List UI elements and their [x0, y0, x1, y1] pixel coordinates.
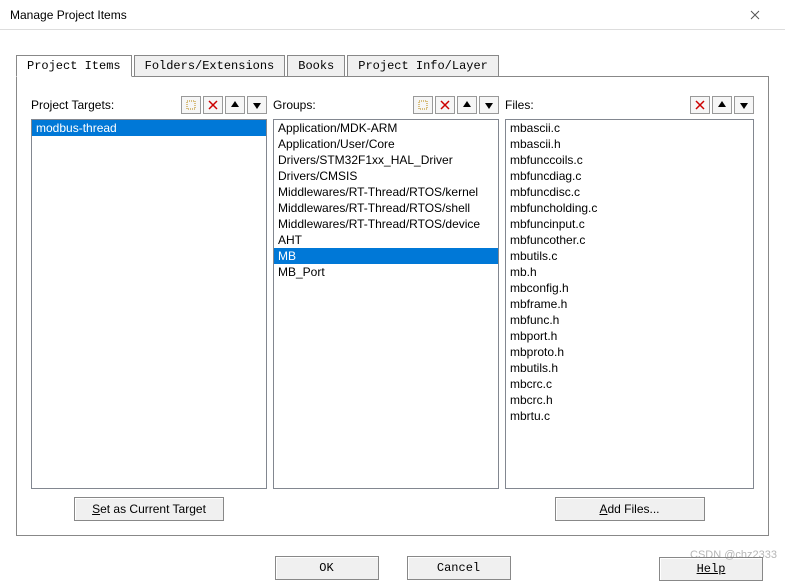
groups-label: Groups:: [273, 98, 411, 112]
tab-folders-extensions[interactable]: Folders/Extensions: [134, 55, 286, 77]
list-item[interactable]: modbus-thread: [32, 120, 266, 136]
new-group-button[interactable]: [413, 96, 433, 114]
add-files-button[interactable]: Add Files...: [555, 497, 705, 521]
list-item[interactable]: Drivers/CMSIS: [274, 168, 498, 184]
move-file-down-button[interactable]: [734, 96, 754, 114]
files-label: Files:: [505, 98, 688, 112]
list-item[interactable]: mbfuncholding.c: [506, 200, 753, 216]
tab-books[interactable]: Books: [287, 55, 345, 77]
list-item[interactable]: mbcrc.h: [506, 392, 753, 408]
tabstrip: Project ItemsFolders/ExtensionsBooksProj…: [16, 54, 785, 76]
move-target-down-button[interactable]: [247, 96, 267, 114]
list-item[interactable]: Middlewares/RT-Thread/RTOS/kernel: [274, 184, 498, 200]
move-group-up-button[interactable]: [457, 96, 477, 114]
cancel-button[interactable]: Cancel: [407, 556, 511, 580]
files-listbox[interactable]: mbascii.cmbascii.hmbfunccoils.cmbfuncdia…: [505, 119, 754, 489]
list-item[interactable]: mbproto.h: [506, 344, 753, 360]
groups-header: Groups:: [273, 93, 499, 117]
delete-group-button[interactable]: [435, 96, 455, 114]
new-target-button[interactable]: [181, 96, 201, 114]
close-button[interactable]: [735, 1, 775, 29]
tab-project-info-layer[interactable]: Project Info/Layer: [347, 55, 499, 77]
list-item[interactable]: mbport.h: [506, 328, 753, 344]
list-item[interactable]: mbfunc.h: [506, 312, 753, 328]
arrow-up-icon: [229, 99, 241, 111]
arrow-down-icon: [251, 99, 263, 111]
arrow-up-icon: [716, 99, 728, 111]
groups-listbox[interactable]: Application/MDK-ARMApplication/User/Core…: [273, 119, 499, 489]
list-item[interactable]: mbfuncinput.c: [506, 216, 753, 232]
list-item[interactable]: mbascii.c: [506, 120, 753, 136]
project-targets-column: Project Targets: modbus-thread Set as Cu…: [31, 93, 267, 521]
list-item[interactable]: mbutils.h: [506, 360, 753, 376]
delete-icon: [439, 99, 451, 111]
list-item[interactable]: MB: [274, 248, 498, 264]
delete-icon: [207, 99, 219, 111]
list-item[interactable]: Middlewares/RT-Thread/RTOS/shell: [274, 200, 498, 216]
window-title: Manage Project Items: [10, 8, 735, 22]
project-targets-listbox[interactable]: modbus-thread: [31, 119, 267, 489]
list-item[interactable]: AHT: [274, 232, 498, 248]
close-icon: [750, 10, 760, 20]
delete-icon: [694, 99, 706, 111]
list-item[interactable]: Middlewares/RT-Thread/RTOS/device: [274, 216, 498, 232]
project-targets-header: Project Targets:: [31, 93, 267, 117]
list-item[interactable]: MB_Port: [274, 264, 498, 280]
move-file-up-button[interactable]: [712, 96, 732, 114]
project-targets-label: Project Targets:: [31, 98, 179, 112]
files-column: Files: mbascii.cmbascii.hmbfunccoils.cmb…: [505, 93, 754, 521]
list-item[interactable]: mbframe.h: [506, 296, 753, 312]
help-button[interactable]: Help: [659, 557, 763, 581]
list-item[interactable]: Drivers/STM32F1xx_HAL_Driver: [274, 152, 498, 168]
groups-column: Groups: Application/MDK-ARMApplication/U…: [273, 93, 499, 521]
set-as-current-target-button[interactable]: Set as Current Target: [74, 497, 224, 521]
arrow-up-icon: [461, 99, 473, 111]
arrow-down-icon: [738, 99, 750, 111]
list-item[interactable]: mbascii.h: [506, 136, 753, 152]
move-group-down-button[interactable]: [479, 96, 499, 114]
list-item[interactable]: Application/User/Core: [274, 136, 498, 152]
list-item[interactable]: mbfunccoils.c: [506, 152, 753, 168]
move-target-up-button[interactable]: [225, 96, 245, 114]
list-item[interactable]: mbcrc.c: [506, 376, 753, 392]
titlebar: Manage Project Items: [0, 0, 785, 30]
list-item[interactable]: mbutils.c: [506, 248, 753, 264]
list-item[interactable]: mbfuncother.c: [506, 232, 753, 248]
tab-panel: Project Targets: modbus-thread Set as Cu…: [16, 76, 769, 536]
new-icon: [417, 99, 429, 111]
delete-target-button[interactable]: [203, 96, 223, 114]
list-item[interactable]: mbconfig.h: [506, 280, 753, 296]
new-icon: [185, 99, 197, 111]
list-item[interactable]: Application/MDK-ARM: [274, 120, 498, 136]
arrow-down-icon: [483, 99, 495, 111]
files-header: Files:: [505, 93, 754, 117]
ok-button[interactable]: OK: [275, 556, 379, 580]
list-item[interactable]: mbfuncdisc.c: [506, 184, 753, 200]
delete-file-button[interactable]: [690, 96, 710, 114]
list-item[interactable]: mbrtu.c: [506, 408, 753, 424]
tab-project-items[interactable]: Project Items: [16, 55, 132, 77]
list-item[interactable]: mb.h: [506, 264, 753, 280]
list-item[interactable]: mbfuncdiag.c: [506, 168, 753, 184]
